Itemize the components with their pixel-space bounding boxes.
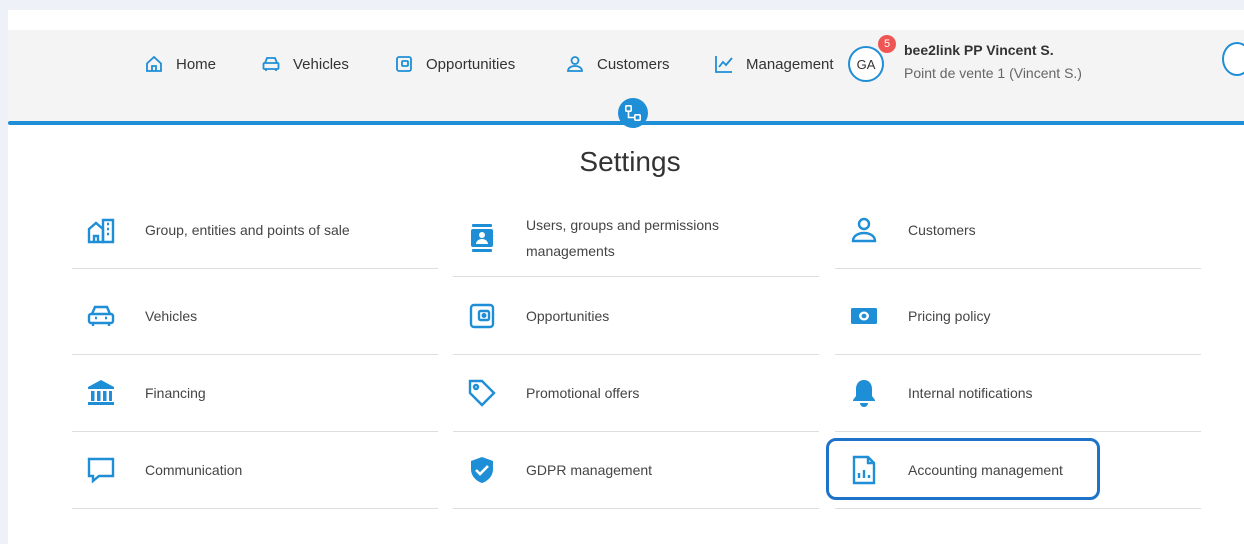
home-icon <box>146 55 162 72</box>
settings-item-label: Accounting management <box>908 462 1063 478</box>
car-icon <box>87 305 115 326</box>
settings-item-gdpr[interactable]: GDPR management <box>453 432 819 509</box>
settings-item-vehicles[interactable]: Vehicles <box>72 278 438 355</box>
wallet-icon <box>469 303 495 329</box>
nav-opportunities-label: Opportunities <box>426 55 516 73</box>
settings-item-pricing-policy[interactable]: Pricing policy <box>835 278 1201 355</box>
avatar[interactable]: GA <box>848 46 884 82</box>
settings-item-users-permissions[interactable]: Users, groups and permissions management… <box>453 200 819 277</box>
nav-customers[interactable]: Customers <box>565 52 670 76</box>
settings-item-label: Promotional offers <box>526 385 640 401</box>
settings-item-label: Communication <box>145 462 243 478</box>
chart-line-icon <box>715 56 733 73</box>
nav-home-label: Home <box>176 55 217 73</box>
settings-item-label: Pricing policy <box>908 308 991 324</box>
wallet-icon <box>396 56 412 72</box>
settings-item-financing[interactable]: Financing <box>72 355 438 432</box>
settings-item-label: Financing <box>145 385 206 401</box>
user-name: bee2link PP Vincent S. <box>904 42 1054 58</box>
banknote-icon <box>851 308 877 324</box>
notification-count-badge: 5 <box>878 35 896 53</box>
nav-vehicles-label: Vehicles <box>293 55 349 73</box>
nav-home[interactable]: Home <box>144 52 216 76</box>
chat-icon <box>87 457 115 484</box>
settings-item-label: Customers <box>908 222 976 238</box>
settings-item-promotional-offers[interactable]: Promotional offers <box>453 355 819 432</box>
person-icon <box>851 217 877 243</box>
settings-item-label: Opportunities <box>526 308 610 324</box>
nav-customers-label: Customers <box>597 55 670 73</box>
id-badge-icon <box>471 224 493 252</box>
settings-item-label: Group, entities and points of sale <box>145 222 350 238</box>
settings-item-label: GDPR management <box>526 462 653 478</box>
header-round-button[interactable] <box>1222 42 1244 76</box>
settings-item-accounting-management[interactable]: Accounting management <box>835 432 1201 509</box>
bank-icon <box>88 380 114 405</box>
settings-item-label: Internal notifications <box>908 385 1033 401</box>
settings-item-group-entities[interactable]: Group, entities and points of sale <box>72 192 438 269</box>
building-icon <box>87 218 115 244</box>
settings-item-customers[interactable]: Customers <box>835 192 1201 269</box>
shield-check-icon <box>471 457 493 483</box>
person-icon <box>567 56 583 72</box>
bell-icon <box>853 380 875 407</box>
org-structure-icon <box>624 104 642 122</box>
user-point-of-sale: Point de vente 1 (Vincent S.) <box>904 65 1082 81</box>
settings-item-communication[interactable]: Communication <box>72 432 438 509</box>
settings-item-internal-notifications[interactable]: Internal notifications <box>835 355 1201 432</box>
tag-icon <box>468 379 496 407</box>
nav-management[interactable]: Management <box>714 52 834 76</box>
avatar-initials: GA <box>856 56 876 72</box>
report-file-icon <box>852 455 876 485</box>
settings-section-badge[interactable] <box>618 98 648 128</box>
nav-management-label: Management <box>746 55 834 73</box>
nav-vehicles[interactable]: Vehicles <box>261 52 349 76</box>
nav-opportunities[interactable]: Opportunities <box>394 52 515 76</box>
page-title: Settings <box>579 146 681 177</box>
settings-item-opportunities[interactable]: Opportunities <box>453 278 819 355</box>
car-icon <box>262 57 280 71</box>
settings-item-label: Users, groups and permissions management… <box>526 217 719 259</box>
settings-item-label: Vehicles <box>145 308 198 324</box>
